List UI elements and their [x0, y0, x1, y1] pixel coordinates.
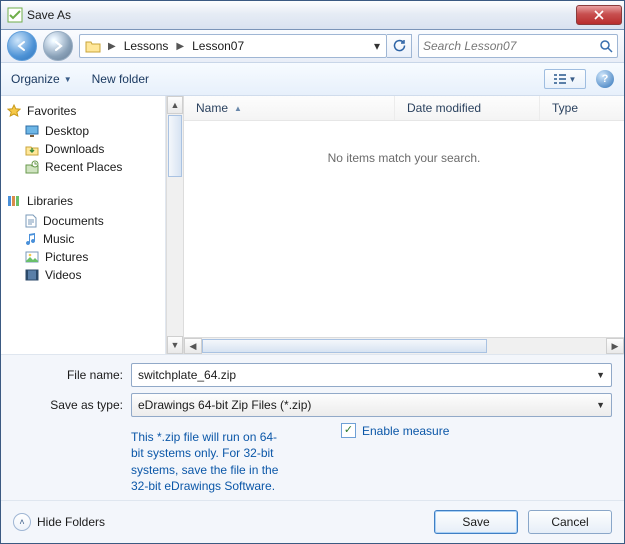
close-button[interactable] [576, 5, 622, 25]
savetype-select[interactable]: eDrawings 64-bit Zip Files (*.zip) ▼ [131, 393, 612, 417]
scroll-thumb[interactable] [202, 339, 487, 353]
new-folder-button[interactable]: New folder [92, 72, 149, 86]
column-type[interactable]: Type [540, 96, 624, 120]
view-selector[interactable]: ▼ [544, 69, 586, 89]
footer: ˄ Hide Folders Save Cancel [1, 500, 624, 543]
forward-button[interactable] [43, 31, 73, 61]
search-input[interactable]: Search Lesson07 [418, 34, 618, 58]
refresh-button[interactable] [387, 34, 412, 58]
address-bar[interactable]: ▶ Lessons ▶ Lesson07 ▾ [79, 34, 387, 58]
toolbar: Organize▼ New folder ▼ ? [1, 63, 624, 96]
column-name[interactable]: Name▲ [184, 96, 395, 120]
folder-icon [84, 37, 102, 55]
empty-message: No items match your search. [328, 151, 481, 165]
recent-icon [25, 160, 39, 174]
titlebar[interactable]: Save As [1, 1, 624, 30]
filename-input[interactable]: switchplate_64.zip ▼ [131, 363, 612, 387]
search-placeholder: Search Lesson07 [423, 39, 516, 53]
chevron-right-icon[interactable]: ▶ [174, 41, 186, 52]
checkbox-icon: ✓ [341, 423, 356, 438]
tree-item-pictures[interactable]: Pictures [7, 248, 159, 266]
downloads-icon [25, 142, 39, 156]
music-icon [25, 232, 37, 246]
lower-panel: File name: switchplate_64.zip ▼ Save as … [1, 354, 624, 500]
address-dropdown[interactable]: ▾ [368, 39, 386, 53]
chevron-up-icon: ˄ [13, 513, 31, 531]
list-hscrollbar[interactable]: ◀ ▶ [184, 337, 624, 354]
desktop-icon [25, 125, 39, 137]
chevron-down-icon: ▼ [569, 75, 577, 84]
window-title: Save As [27, 8, 71, 22]
breadcrumb-lesson07[interactable]: Lesson07 [186, 35, 250, 57]
save-button[interactable]: Save [434, 510, 518, 534]
tree-item-music[interactable]: Music [7, 230, 159, 248]
list-view-icon [554, 74, 566, 84]
savetype-label: Save as type: [13, 398, 131, 412]
tree-scrollbar[interactable]: ▲ ▼ [166, 96, 184, 354]
filename-label: File name: [13, 368, 131, 382]
tree-item-desktop[interactable]: Desktop [7, 122, 159, 140]
column-date[interactable]: Date modified [395, 96, 540, 120]
scroll-down-arrow[interactable]: ▼ [167, 336, 183, 354]
scroll-left-arrow[interactable]: ◀ [184, 338, 202, 354]
organize-button[interactable]: Organize▼ [11, 72, 72, 86]
app-icon [7, 7, 23, 23]
help-button[interactable]: ? [596, 70, 614, 88]
sort-asc-icon: ▲ [234, 104, 242, 113]
file-list-pane: Name▲ Date modified Type No items match … [184, 96, 624, 354]
chevron-right-icon[interactable]: ▶ [106, 41, 118, 52]
nav-tree: Favorites Desktop Downloads Recent Place… [1, 96, 166, 354]
enable-measure-checkbox[interactable]: ✓ Enable measure [341, 423, 449, 438]
hide-folders-button[interactable]: ˄ Hide Folders [13, 513, 105, 531]
back-button[interactable] [7, 31, 37, 61]
tree-item-documents[interactable]: Documents [7, 212, 159, 230]
chevron-down-icon[interactable]: ▼ [596, 370, 605, 380]
save-as-dialog: Save As ▶ Lessons ▶ Lesson07 ▾ [0, 0, 625, 544]
scroll-right-arrow[interactable]: ▶ [606, 338, 624, 354]
info-note: This *.zip file will run on 64-bit syste… [131, 429, 281, 494]
libraries-icon [7, 194, 21, 208]
tree-item-downloads[interactable]: Downloads [7, 140, 159, 158]
tree-item-recent-places[interactable]: Recent Places [7, 158, 159, 176]
file-list-body[interactable]: No items match your search. [184, 121, 624, 337]
search-icon [599, 39, 613, 53]
tree-group-libraries[interactable]: Libraries [7, 194, 159, 208]
videos-icon [25, 269, 39, 281]
breadcrumb-lessons[interactable]: Lessons [118, 35, 175, 57]
tree-item-videos[interactable]: Videos [7, 266, 159, 284]
column-headers: Name▲ Date modified Type [184, 96, 624, 121]
scroll-up-arrow[interactable]: ▲ [167, 96, 183, 114]
chevron-down-icon[interactable]: ▼ [596, 400, 605, 410]
documents-icon [25, 214, 37, 228]
pictures-icon [25, 251, 39, 263]
chevron-down-icon: ▼ [64, 75, 72, 84]
star-icon [7, 104, 21, 118]
nav-row: ▶ Lessons ▶ Lesson07 ▾ Search Lesson07 [1, 30, 624, 63]
scroll-thumb[interactable] [168, 115, 182, 177]
cancel-button[interactable]: Cancel [528, 510, 612, 534]
tree-group-favorites[interactable]: Favorites [7, 104, 159, 118]
